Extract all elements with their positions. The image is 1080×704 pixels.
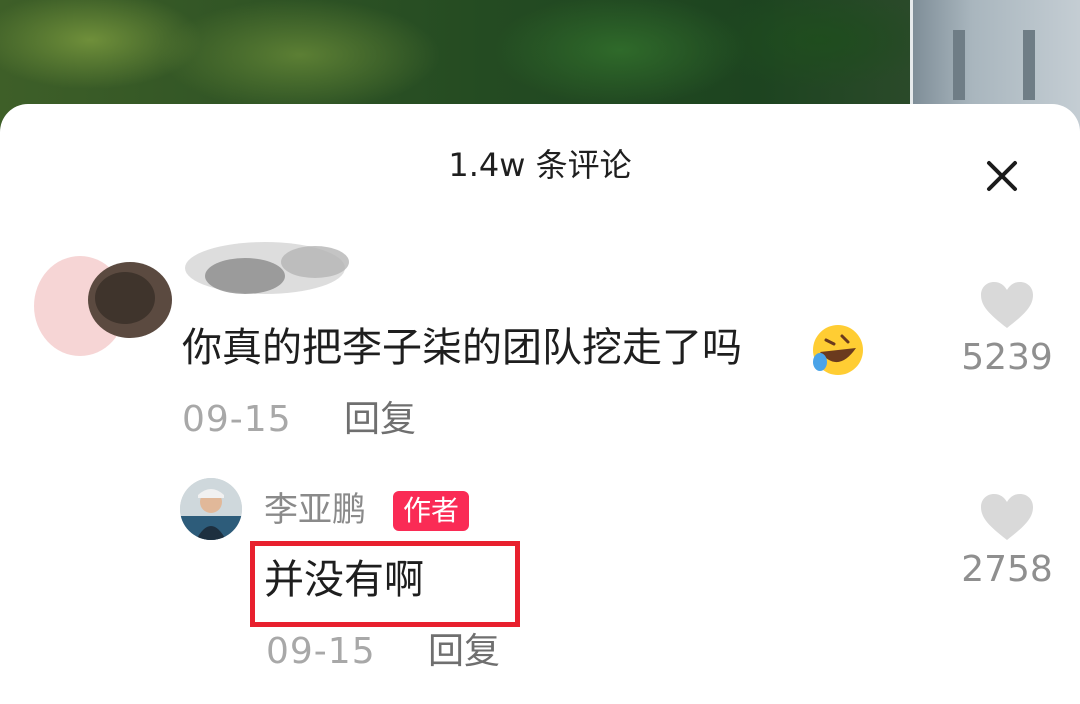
author-badge: 作者 [393,491,470,531]
username-obscured [185,242,349,294]
like-count: 5239 [961,337,1053,378]
reply-button[interactable]: 回复 [428,630,500,674]
author-name[interactable]: 李亚鹏 [264,488,366,532]
reply-button[interactable]: 回复 [344,398,416,442]
comments-panel [0,104,1080,704]
comment-text: 你真的把李子柒的团队挖走了吗 [182,325,742,371]
close-button[interactable] [976,150,1028,202]
highlight-box [250,541,520,627]
like-button[interactable]: 5239 [952,280,1062,380]
heart-icon [981,494,1033,540]
avatar[interactable] [180,478,242,540]
comment-date: 09-15 [182,399,292,440]
heart-icon [981,282,1033,328]
close-icon [987,161,1017,191]
reply-date: 09-15 [266,631,376,672]
rolling-on-floor-laughing-emoji [813,325,863,375]
like-button[interactable]: 2758 [952,492,1062,592]
like-count: 2758 [961,549,1053,590]
avatar-obscured [34,256,172,356]
comments-count-title: 1.4w 条评论 [448,146,632,184]
